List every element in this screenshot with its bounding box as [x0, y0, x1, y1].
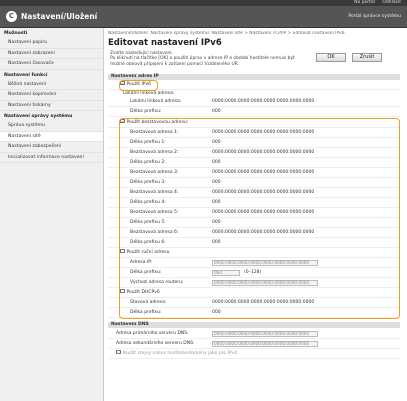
stateless-checkbox[interactable]: ✓	[120, 118, 125, 124]
dns-section-header: Nastavení DNS	[108, 322, 400, 328]
portal-link[interactable]: Na portál	[354, 0, 375, 5]
system-portal-link[interactable]: Portál správce systému	[348, 14, 401, 19]
use-ipv6-checkbox[interactable]: ✓	[120, 80, 125, 86]
stateless-prefix-row: Délka prefixu 6: 000	[108, 238, 400, 248]
link-local-row: Lokální linková adresa: 0000:0000:0000:0…	[108, 97, 400, 107]
main-content: Nastavení/Uložení: Nastavení správy syst…	[108, 28, 403, 401]
manual-ip-row: Adresa IP: 0000:0000:0000:0000:0000:0000…	[108, 258, 400, 268]
notice-text: Zvolte následující nastavení. Po kliknut…	[110, 51, 295, 67]
sidebar-item-common[interactable]: Běžná nastavení	[0, 80, 103, 90]
logout-link[interactable]: Odhlásit	[382, 0, 401, 5]
app-header: C Nastavení/Uložení Portál správce systé…	[0, 6, 407, 28]
dhcp-row: Použít DHCPv6	[108, 288, 400, 298]
stateless-addr-row: Bezstavová adresa 6: 0000:0000:0000:0000:…	[108, 228, 400, 238]
breadcrumb: Nastavení/Uložení: Nastavení správy syst…	[108, 31, 345, 36]
sidebar-group-title: Nastavení správy systému	[4, 114, 73, 119]
link-local-prefix-row: Délka prefixu: 000	[108, 107, 400, 117]
sidebar: Možnosti Nastavení papíru Nastavení zobr…	[0, 28, 104, 401]
link-local-head: Lokální linková adresa:	[123, 91, 175, 96]
use-ipv6-label: Použít IPv6	[126, 82, 152, 87]
dhcp-prefix-row: Délka prefixu: 000	[108, 308, 400, 318]
dns-primary-input[interactable]: 0000:0000:0000:0000:0000:0000:0000:0000	[212, 330, 318, 337]
manual-gateway-row: Výchozí adresa routeru: 0000:0000:0000:0…	[108, 278, 400, 288]
stateless-addr-row: Bezstavová adresa 5: 0000:0000:0000:0000:…	[108, 208, 400, 218]
stateless-prefix-row: Délka prefixu 4: 000	[108, 198, 400, 208]
stateless-prefix-row: Délka prefixu 3: 000	[108, 178, 400, 188]
sidebar-item-timer[interactable]: Nastavení časovače	[0, 59, 103, 70]
stateless-addr-row: Bezstavová adresa 1: 0000:0000:0000:0000:…	[108, 128, 400, 138]
stateless-row: ✓ Použít bezstavovou adresu:	[108, 118, 400, 128]
manual-prefix-input[interactable]: 064	[212, 269, 240, 276]
cancel-button[interactable]: Zrušit	[352, 53, 382, 62]
dhcp-checkbox[interactable]	[120, 288, 125, 294]
app-title: Nastavení/Uložení	[21, 12, 98, 21]
sidebar-item-display[interactable]: Nastavení zobrazení	[0, 49, 103, 59]
page-title: Editovat nastavení IPv6	[108, 38, 222, 48]
sidebar-item-copy[interactable]: Nastavení kopírování	[0, 90, 103, 101]
sidebar-item-printer[interactable]: Nastavení tiskárny	[0, 101, 103, 111]
use-ipv6-row: ✓ Použít IPv6	[108, 80, 400, 90]
manual-checkbox[interactable]	[120, 248, 125, 254]
sidebar-item-system[interactable]: Správa systému	[0, 121, 103, 132]
stateless-prefix-row: Délka prefixu 2: 000	[108, 158, 400, 168]
manual-gateway-input[interactable]: 0000:0000:0000:0000:0000:0000:0000:0000	[212, 279, 318, 286]
sidebar-item-init[interactable]: Inicializovat informace nastavení	[0, 153, 103, 163]
settings-logo-icon: C	[6, 11, 17, 22]
link-local-value: 0000:0000:0000:0000:0000:0000:0000:0000	[212, 99, 315, 104]
stateless-addr-row: Bezstavová adresa 4: 0000:0000:0000:0000:…	[108, 188, 400, 198]
dns-same-checkbox[interactable]: ✓	[116, 349, 121, 355]
dns-primary-row: Adresa primárního serveru DNS: 0000:0000…	[108, 329, 400, 339]
dhcp-addr-row: Stavová adresa: 0000:0000:0000:0000:0000…	[108, 298, 400, 308]
sidebar-group-title: Možnosti	[4, 31, 28, 36]
manual-prefix-row: Délka prefixu: 064 (0–128)	[108, 268, 400, 278]
dns-secondary-input[interactable]: 0000:0000:0000:0000:0000:0000:0000:0000	[212, 340, 318, 347]
stateless-addr-row: Bezstavová adresa 3: 0000:0000:0000:0000:…	[108, 168, 400, 178]
manual-ip-input[interactable]: 0000:0000:0000:0000:0000:0000:0000:0000	[212, 259, 318, 266]
dns-same-row: ✓ Použít stejný název hostitele/domény ja…	[108, 349, 400, 359]
sidebar-item-security[interactable]: Nastavení zabezpečení	[0, 142, 103, 153]
sidebar-group-title: Nastavení funkcí	[4, 72, 48, 78]
prefix-range-hint: (0–128)	[244, 270, 262, 275]
dns-secondary-row: Adresa sekundárního serveru DNS: 0000:00…	[108, 339, 400, 349]
manual-row: Použít ruční adresu	[108, 248, 400, 258]
ok-button[interactable]: OK	[316, 53, 346, 62]
stateless-addr-row: Bezstavová adresa 2: 0000:0000:0000:0000:…	[108, 148, 400, 158]
sidebar-item-paper[interactable]: Nastavení papíru	[0, 38, 103, 49]
sidebar-item-network[interactable]: Nastavení sítě	[0, 131, 103, 142]
stateless-prefix-row: Délka prefixu 1: 000	[108, 138, 400, 148]
stateless-prefix-row: Délka prefixu 5: 000	[108, 218, 400, 228]
